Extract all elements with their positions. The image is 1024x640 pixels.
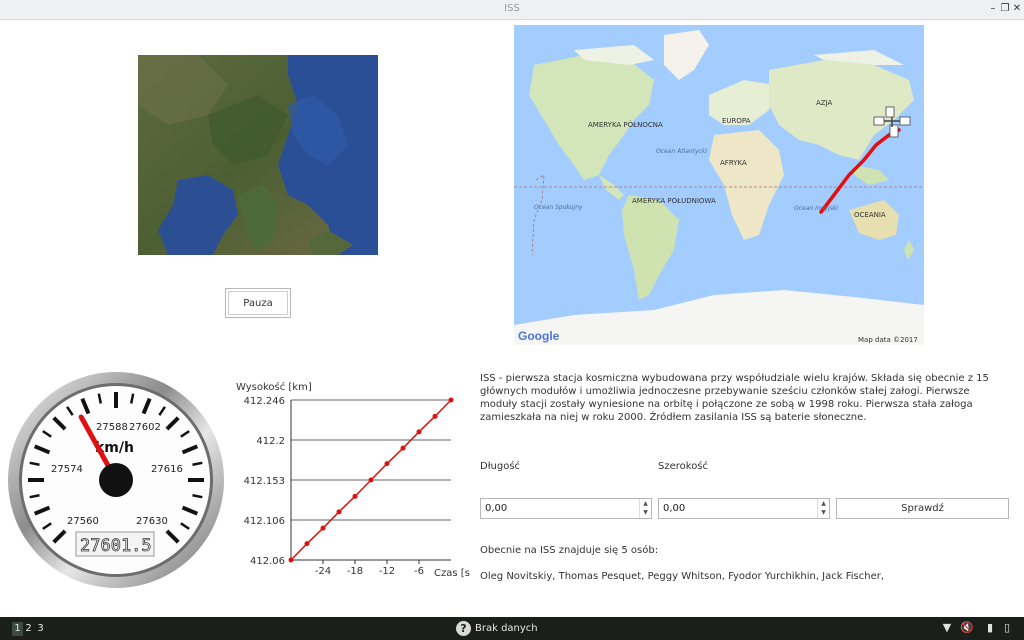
chart-data-point: [400, 445, 406, 451]
chart-data-point: [320, 525, 326, 531]
chart-y-tick-label: 412.153: [244, 476, 285, 487]
gauge-tick-label: 27616: [151, 464, 183, 475]
satellite-view: [138, 55, 378, 255]
map-label-oceania: OCEANIA: [854, 211, 886, 219]
gauge-tick-label: 27602: [129, 422, 161, 433]
map-label-atlantic: Ocean Atlantycki: [656, 148, 707, 155]
map-label-sa: AMERYKA POŁUDNIOWA: [632, 197, 716, 205]
latitude-label: Szerokość: [658, 461, 709, 472]
longitude-spinbox[interactable]: ▲▼: [480, 498, 652, 519]
latitude-input[interactable]: [659, 499, 817, 518]
map-label-na: AMERYKA PÓŁNOCNA: [588, 120, 663, 129]
window-titlebar: ISS – ❐ ✕: [0, 0, 1024, 20]
chart-y-tick-label: 412.2: [256, 436, 285, 447]
map-label-europe: EUROPA: [722, 117, 751, 125]
window-title: ISS: [504, 3, 520, 14]
gauge-digital-readout: 27601.5: [80, 536, 152, 556]
workspace-1[interactable]: 1: [12, 622, 23, 636]
chart-data-point: [336, 509, 342, 515]
world-map[interactable]: AMERYKA PÓŁNOCNA EUROPA AZJA AFRYKA AMER…: [514, 25, 924, 345]
chart-xlabel: Czas [s]: [434, 568, 470, 579]
workspace-3[interactable]: 3: [35, 622, 46, 636]
longitude-input[interactable]: [481, 499, 639, 518]
map-attribution: Map data ©2017: [858, 336, 918, 344]
clipboard-icon[interactable]: ▮: [983, 621, 997, 635]
chart-data-point: [384, 461, 390, 467]
satellite-image: [138, 55, 378, 255]
chart-data-point: [416, 429, 422, 435]
gauge-tick-label: 27574: [51, 464, 83, 475]
longitude-label: Długość: [480, 461, 521, 472]
chart-data-point: [432, 413, 438, 419]
map-label-africa: AFRYKA: [720, 159, 747, 167]
help-icon[interactable]: ?: [456, 621, 471, 636]
chart-data-point: [304, 541, 310, 547]
chart-x-tick-label: -18: [347, 566, 363, 577]
taskbar: 1 2 3 ? Brak danych ▼ 🔇 ▮ ▯: [0, 617, 1024, 640]
chart-x-tick-label: -12: [379, 566, 395, 577]
battery-icon[interactable]: ▯: [1000, 621, 1014, 635]
speed-gauge: 27588 27602 27574 27616 27560 27630 km/h…: [6, 370, 226, 590]
iss-description: ISS - pierwsza stacja kosmiczna wybudowa…: [480, 373, 989, 423]
volume-muted-icon[interactable]: 🔇: [960, 621, 974, 635]
chart-data-point: [352, 493, 358, 499]
close-icon[interactable]: ✕: [1010, 2, 1024, 16]
gauge-tick-label: 27588: [96, 422, 128, 433]
map-label-indian: Ocean Indyjski: [794, 205, 838, 212]
gauge-tick-label: 27560: [67, 516, 99, 527]
workspace-2[interactable]: 2: [23, 622, 34, 636]
chart-data-point: [448, 397, 454, 403]
chart-ylabel: Wysokość [km]: [236, 381, 312, 393]
chart-x-tick-label: -24: [315, 566, 331, 577]
latitude-spinbox[interactable]: ▲▼: [658, 498, 830, 519]
crew-count: Obecnie na ISS znajduje się 5 osób:: [480, 545, 659, 556]
chart-y-tick-label: 412.246: [244, 396, 285, 407]
taskbar-status: Brak danych: [475, 623, 538, 634]
pause-button[interactable]: Pauza: [225, 288, 291, 318]
latitude-stepper-icon[interactable]: ▲ ▼: [817, 499, 829, 518]
google-logo: Google: [518, 329, 560, 343]
longitude-stepper-icon[interactable]: ▲ ▼: [639, 499, 651, 518]
chart-data-point: [368, 477, 374, 483]
wifi-icon[interactable]: ▼: [940, 621, 954, 635]
map-canvas[interactable]: AMERYKA PÓŁNOCNA EUROPA AZJA AFRYKA AMER…: [514, 25, 924, 345]
check-button[interactable]: Sprawdź: [836, 498, 1009, 519]
chart-x-tick-label: -6: [414, 566, 424, 577]
chart-data-point: [288, 557, 294, 563]
gauge-hub: [99, 463, 133, 497]
gauge-tick-label: 27630: [136, 516, 168, 527]
chart-y-tick-label: 412.106: [244, 516, 285, 527]
map-label-asia: AZJA: [816, 99, 833, 107]
crew-names: Oleg Novitskiy, Thomas Pesquet, Peggy Wh…: [480, 571, 885, 582]
chart-y-tick-label: 412.06: [250, 556, 285, 567]
map-label-pacific: Ocean Spokojny: [534, 204, 583, 211]
altitude-chart: Wysokość [km] Czas [s] 412.246 412.2 412.1…: [230, 375, 474, 585]
